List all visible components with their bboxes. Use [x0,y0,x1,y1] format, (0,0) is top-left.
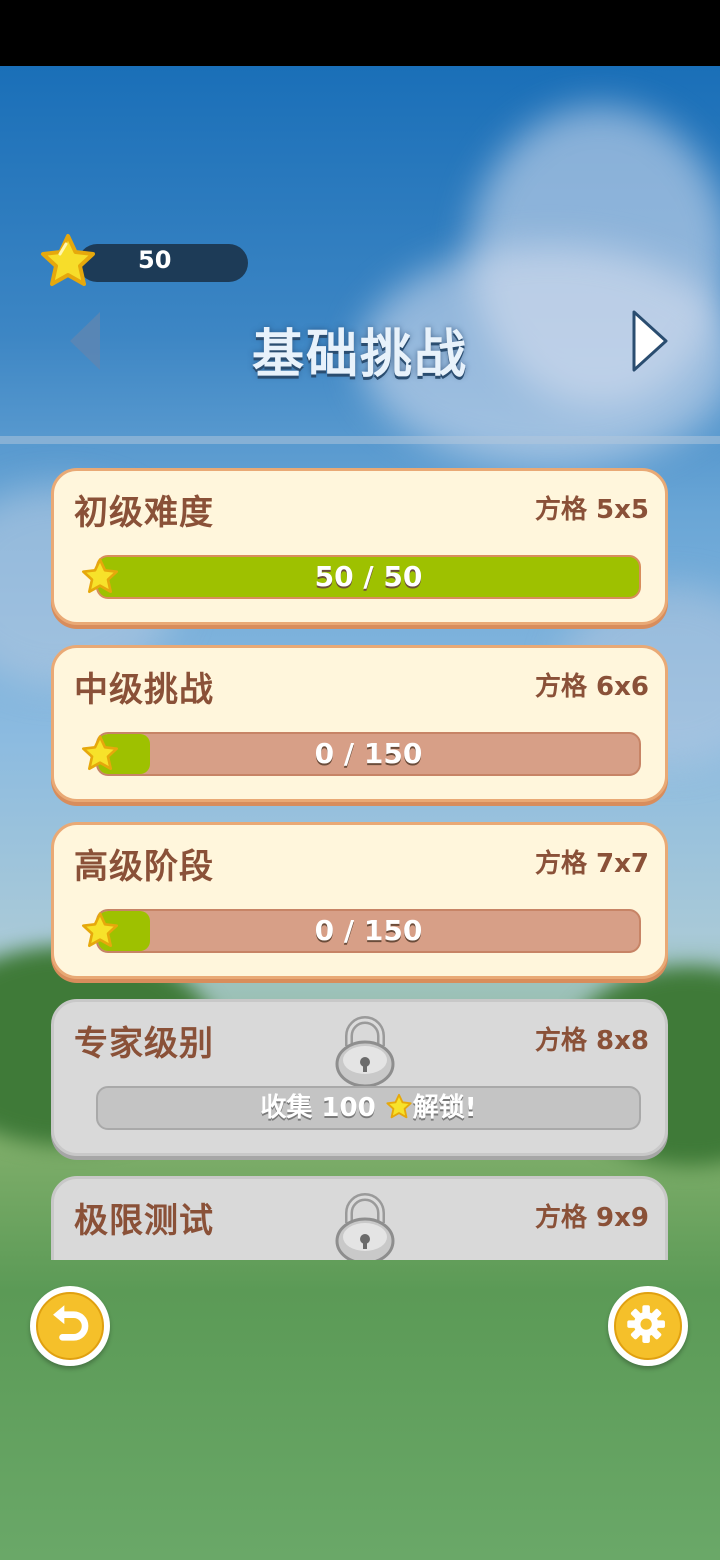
back-button-face [36,1292,104,1360]
grid-size-label: 方格 9x9 [534,1203,649,1233]
unlock-requirement: 收集 100 解锁! [98,1088,639,1128]
level-title: 高级阶段 [74,847,214,887]
page-title: 基础挑战 [251,325,468,385]
progress-bar: 50 / 50 [96,555,641,599]
level-card-intermediate[interactable]: 中级挑战 方格 6x6 0 / 150 [51,645,668,802]
star-icon [41,234,95,286]
star-counter: 50 [38,232,248,294]
unlock-text-prefix: 收集 100 [260,1093,385,1123]
lock-icon [335,1016,395,1088]
lock-icon [335,1193,395,1260]
grid-size-label: 方格 6x6 [534,672,649,702]
prev-page-button[interactable] [62,308,106,374]
back-button[interactable] [30,1286,110,1366]
star-icon [82,912,118,947]
star-count: 50 [138,246,172,274]
star-icon [82,735,118,770]
next-page-button[interactable] [628,308,672,374]
progress-text: 0 / 150 [314,737,423,770]
status-bar [0,0,720,66]
header-divider [0,436,720,444]
star-icon [386,1093,412,1119]
undo-arrow-icon [53,1305,89,1341]
settings-button-face [614,1292,682,1360]
level-list: 初级难度 方格 5x5 50 / 50 中级挑战 方格 6x6 0 / 150 … [0,444,720,1260]
progress-text: 0 / 150 [314,914,423,947]
level-title: 极限测试 [74,1201,214,1241]
grid-size-label: 方格 5x5 [534,495,649,525]
star-icon [82,558,118,593]
progress-text: 50 / 50 [314,560,423,593]
level-card-beginner[interactable]: 初级难度 方格 5x5 50 / 50 [51,468,668,625]
progress-bar: 0 / 150 [96,909,641,953]
settings-button[interactable] [608,1286,688,1366]
level-title: 初级难度 [74,493,214,533]
level-title: 中级挑战 [74,670,214,710]
unlock-bar: 收集 100 解锁! [96,1086,641,1130]
level-title: 专家级别 [74,1024,214,1064]
level-card-extreme[interactable]: 极限测试 方格 9x9 [51,1176,668,1260]
grid-size-label: 方格 8x8 [534,1026,649,1056]
level-card-expert[interactable]: 专家级别 方格 8x8 收集 100 解锁! [51,999,668,1156]
gear-icon [627,1305,665,1343]
level-card-advanced[interactable]: 高级阶段 方格 7x7 0 / 150 [51,822,668,979]
unlock-text-suffix: 解锁! [412,1093,477,1123]
grid-size-label: 方格 7x7 [534,849,649,879]
progress-bar: 0 / 150 [96,732,641,776]
